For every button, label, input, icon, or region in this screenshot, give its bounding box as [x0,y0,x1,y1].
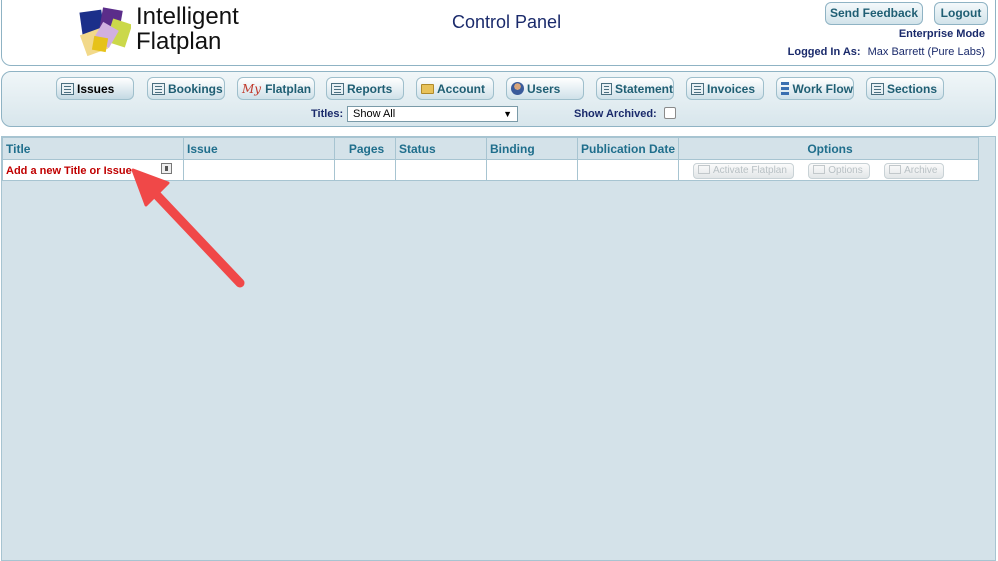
nav-statement-label: Statement [614,81,673,96]
logged-in-info: Logged In As: Max Barrett (Pure Labs) [788,46,985,58]
bookings-icon [152,82,165,95]
activate-flatplan-label: Activate Flatplan [713,164,787,176]
issues-panel: Title Issue Pages Status Binding Publica… [1,136,996,561]
archive-icon [889,164,902,174]
column-header-pages: Pages [334,137,396,160]
main-toolbar: Issues Bookings My Flatplan Reports Acco… [1,71,996,127]
nav-issues-label: Issues [77,81,115,96]
nav-reports-button[interactable]: Reports [326,77,404,100]
nav-invoices-button[interactable]: Invoices [686,77,764,100]
nav-my-flatplan-button[interactable]: My Flatplan [237,77,315,100]
nav-reports-label: Reports [347,81,393,96]
issues-table: Title Issue Pages Status Binding Publica… [2,137,979,181]
nav-invoices-label: Invoices [707,81,756,96]
my-icon: My [242,81,262,96]
options-button[interactable]: Options [808,162,870,179]
show-archived-checkbox[interactable] [664,107,676,119]
nav-workflow-button[interactable]: Work Flow [776,77,854,100]
archive-label: Archive [904,164,938,176]
statement-icon [601,82,612,95]
logout-button[interactable]: Logout [934,2,988,25]
options-cell: Activate Flatplan Options Archive [678,159,979,181]
nav-statement-button[interactable]: Statement [596,77,674,100]
publication-date-cell [577,159,679,181]
table-row: Add a new Title or Issue Activate Flatpl… [2,159,979,181]
status-cell [395,159,487,181]
invoices-icon [691,82,704,95]
send-feedback-button[interactable]: Send Feedback [825,2,923,25]
options-icon [813,164,826,174]
issues-icon [61,82,74,95]
page-title: Control Panel [452,12,562,32]
reports-icon [331,82,344,95]
column-header-issue: Issue [183,137,335,160]
nav-sections-button[interactable]: Sections [866,77,944,100]
logged-in-user: Max Barrett (Pure Labs) [867,46,985,58]
nav-issues-button[interactable]: Issues [56,77,134,100]
folder-icon [421,83,434,94]
nav-account-label: Account [437,81,485,96]
add-title-or-issue-link[interactable]: Add a new Title or Issue [6,165,132,177]
binding-cell [486,159,578,181]
pages-cell [334,159,396,181]
table-header-row: Title Issue Pages Status Binding Publica… [2,137,979,160]
titles-select[interactable]: Show All ▼ [347,106,518,122]
app-logo [79,7,131,57]
logo-line-2: Flatplan [136,28,222,55]
filter-row: Titles: Show All ▼ Show Archived: [2,106,995,124]
nav-workflow-label: Work Flow [792,81,853,96]
nav-sections-label: Sections [887,81,938,96]
activate-flatplan-button[interactable]: Activate Flatplan [693,162,794,179]
issue-cell [183,159,335,181]
titles-label: Titles: [311,108,344,120]
add-row-icon[interactable] [161,163,172,174]
mode-label: Enterprise Mode [898,28,985,40]
logo-wordmark: Intelligent Flatplan [136,4,239,54]
nav-bookings-label: Bookings [168,81,223,96]
nav-users-label: Users [527,81,561,96]
user-icon [511,82,524,95]
column-header-options: Options [678,137,979,160]
logged-in-label: Logged In As: [787,46,861,58]
logo-line-1: Intelligent [136,3,239,30]
sections-icon [871,82,884,95]
nav-users-button[interactable]: Users [506,77,584,100]
workflow-icon [781,82,789,95]
show-archived-label: Show Archived: [574,108,657,120]
header: Intelligent Flatplan Control Panel Send … [1,0,996,66]
titles-select-value: Show All [353,108,396,120]
column-header-status: Status [395,137,487,160]
activate-flatplan-icon [698,164,710,174]
options-label: Options [828,164,863,176]
chevron-down-icon: ▼ [503,109,512,119]
column-header-binding: Binding [486,137,578,160]
column-header-publication-date: Publication Date [577,137,679,160]
add-title-cell: Add a new Title or Issue [2,159,184,181]
nav-flatplan-label: Flatplan [265,81,312,96]
archive-button[interactable]: Archive [884,162,945,179]
nav-account-button[interactable]: Account [416,77,494,100]
nav-bookings-button[interactable]: Bookings [147,77,225,100]
column-header-title: Title [2,137,184,160]
